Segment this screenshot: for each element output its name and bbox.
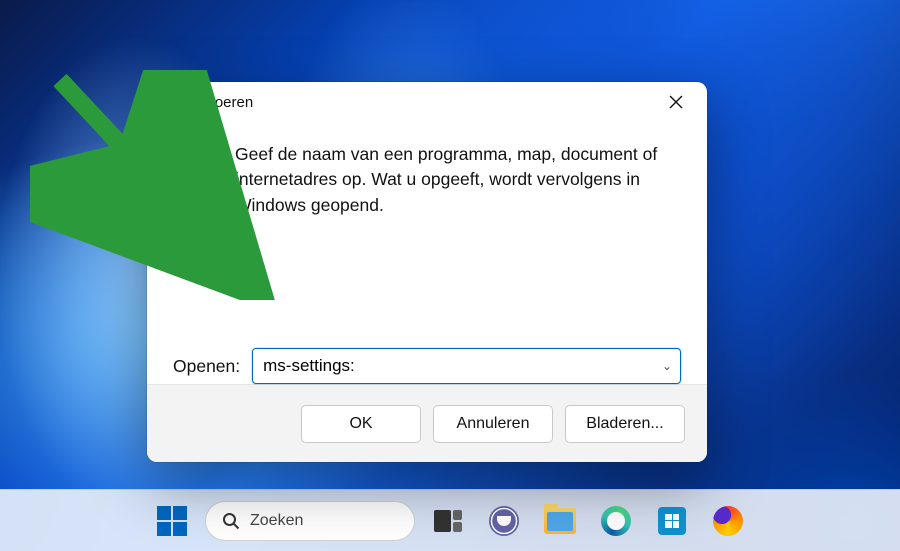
- window-title: Uitvoeren: [189, 94, 253, 111]
- dialog-description: Geef de naam van een programma, map, doc…: [235, 142, 681, 218]
- search-placeholder: Zoeken: [250, 512, 303, 530]
- taskbar: Zoeken: [0, 489, 900, 551]
- folder-icon: [544, 508, 576, 534]
- store-icon: [658, 507, 686, 535]
- chat-button[interactable]: [481, 498, 527, 544]
- windows-logo-icon: [157, 506, 187, 536]
- run-dialog: Uitvoeren Geef de naam van een programma…: [147, 82, 707, 462]
- start-button[interactable]: [149, 498, 195, 544]
- run-icon: [173, 146, 217, 182]
- file-explorer-button[interactable]: [537, 498, 583, 544]
- open-combobox[interactable]: ⌄: [252, 348, 681, 384]
- taskbar-search[interactable]: Zoeken: [205, 501, 415, 541]
- store-button[interactable]: [649, 498, 695, 544]
- search-icon: [222, 512, 240, 530]
- cancel-button[interactable]: Annuleren: [433, 405, 553, 443]
- browse-button[interactable]: Bladeren...: [565, 405, 685, 443]
- task-view-button[interactable]: [425, 498, 471, 544]
- dialog-body: Geef de naam van een programma, map, doc…: [147, 122, 707, 326]
- edge-button[interactable]: [593, 498, 639, 544]
- dialog-footer: OK Annuleren Bladeren...: [147, 384, 707, 462]
- open-row: Openen: ⌄: [147, 326, 707, 384]
- task-view-icon: [434, 510, 462, 532]
- firefox-button[interactable]: [705, 498, 751, 544]
- edge-icon: [601, 506, 631, 536]
- run-dialog-icon: [161, 95, 179, 109]
- chat-icon: [489, 506, 519, 536]
- firefox-icon: [713, 506, 743, 536]
- close-button[interactable]: [653, 86, 699, 118]
- ok-button[interactable]: OK: [301, 405, 421, 443]
- open-input[interactable]: [253, 349, 680, 383]
- open-label: Openen:: [173, 356, 240, 377]
- titlebar: Uitvoeren: [147, 82, 707, 122]
